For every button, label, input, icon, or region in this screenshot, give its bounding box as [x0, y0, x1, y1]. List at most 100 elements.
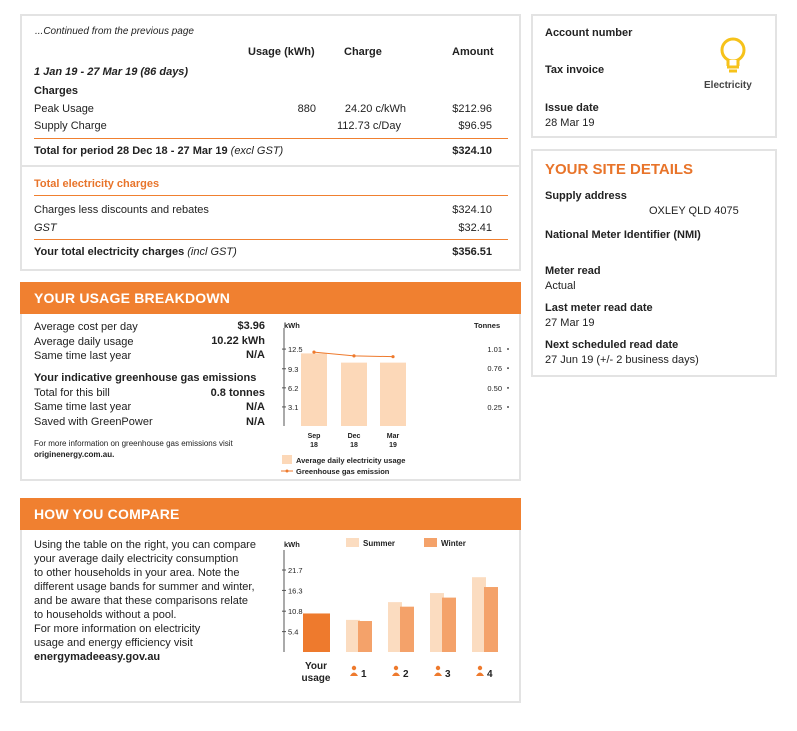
supply-address-label: Supply address	[545, 190, 627, 202]
y-tick-label: 10.8	[288, 607, 303, 616]
household-size-label: 1	[361, 669, 367, 680]
y-axis-label: kWh	[284, 540, 300, 549]
y2-tick	[507, 386, 509, 389]
compare-line: to households without a pool.	[34, 609, 177, 621]
avg-usage-label: Average daily usage	[34, 336, 134, 348]
y2-tick	[507, 367, 509, 370]
person-icon	[393, 665, 399, 671]
usage-bar	[380, 362, 406, 426]
person-icon	[392, 672, 400, 676]
ghg-same-label: Same time last year	[34, 401, 132, 413]
legend-swatch-winter	[424, 538, 437, 547]
column-charge-header: Charge	[344, 46, 382, 58]
y-tick-label: 3.1	[288, 403, 298, 412]
compare-line: For more information on electricity	[34, 623, 201, 635]
y2-axis-label: Tonnes	[474, 321, 500, 330]
compare-line: Using the table on the right, you can co…	[34, 539, 256, 551]
charge-row-rate: 112.73 c/Day	[336, 120, 401, 132]
winter-bar	[442, 597, 456, 652]
gst-label: GST	[34, 222, 57, 234]
compare-link[interactable]: energymadeeasy.gov.au	[34, 650, 256, 664]
compare-line: to other households in your area. Note t…	[34, 567, 240, 579]
compare-heading: HOW YOU COMPARE	[20, 498, 521, 530]
ghg-total-value: 0.8 tonnes	[210, 387, 265, 399]
person-icon	[477, 665, 483, 671]
y-tick-label: 5.4	[288, 628, 298, 637]
grand-total-note: (incl GST)	[187, 246, 237, 258]
ghg-point	[391, 355, 395, 359]
summer-bar	[472, 577, 486, 652]
ghg-heading: Your indicative greenhouse gas emissions	[34, 372, 257, 384]
y-tick-label: 12.5	[288, 345, 303, 354]
divider	[34, 239, 508, 240]
next-read-label: Next scheduled read date	[545, 339, 679, 351]
usage-chart: kWh Tonnes 3.1 6.2 9.3 12.5 0.25 0.50 0.76 1.01…	[281, 321, 509, 476]
person-icon	[435, 665, 441, 671]
compare-line: different usage bands for summer and win…	[34, 581, 255, 593]
household-size-label: 4	[487, 669, 493, 680]
summer-bar	[388, 602, 402, 652]
total-period-label: Total for period 28 Dec 18 - 27 Mar 19	[34, 145, 228, 157]
usage-breakdown-heading: YOUR USAGE BREAKDOWN	[20, 282, 521, 314]
lightbulb-icon	[716, 36, 750, 78]
total-electricity-heading: Total electricity charges	[34, 178, 160, 190]
household-size-label: 3	[445, 669, 451, 680]
gst-amount: $32.41	[458, 222, 492, 234]
winter-bar	[400, 606, 414, 652]
compare-line: your average daily electricity consumpti…	[34, 553, 239, 565]
legend-label-summer: Summer	[363, 539, 395, 548]
grand-total-row: Your total electricity charges (incl GST…	[34, 246, 237, 258]
compare-chart: kWh Summer Winter 5.4 10.8 16.3 21.7 Yourusa…	[282, 538, 498, 684]
less-discounts-label: Charges less discounts and rebates	[34, 204, 209, 216]
y2-tick-label: 1.01	[487, 345, 502, 354]
issue-date-value: 28 Mar 19	[545, 117, 595, 129]
y-tick-label: 16.3	[288, 586, 303, 595]
your-usage-label: usage	[302, 673, 331, 684]
usage-bar	[341, 362, 367, 426]
same-time-value: N/A	[246, 349, 265, 361]
continued-note: ...Continued from the previous page	[35, 26, 194, 37]
avg-usage-value: 10.22 kWh	[211, 335, 265, 347]
charges-heading: Charges	[34, 85, 79, 97]
person-icon	[350, 672, 358, 676]
nmi-label: National Meter Identifier (NMI)	[545, 229, 701, 241]
last-read-value: 27 Mar 19	[545, 317, 595, 329]
legend-label-ghg: Greenhouse gas emission	[296, 467, 390, 476]
less-discounts-amount: $324.10	[452, 204, 492, 216]
summer-bar	[346, 619, 360, 652]
x-tick-label: Mar	[387, 433, 400, 440]
compare-line: usage and energy efficiency visit	[34, 637, 193, 649]
avg-cost-label: Average cost per day	[34, 321, 138, 333]
supply-address-value: OXLEY QLD 4075	[649, 205, 739, 217]
charge-row-amount: $212.96	[452, 103, 492, 115]
total-period-amount: $324.10	[452, 145, 492, 157]
grand-total-amount: $356.51	[452, 246, 492, 258]
y2-tick	[507, 348, 509, 351]
issue-date-label: Issue date	[545, 102, 599, 114]
legend-label-usage: Average daily electricity usage	[296, 456, 405, 465]
winter-bar	[484, 587, 498, 652]
y2-tick	[507, 405, 509, 408]
summer-bar	[430, 593, 444, 652]
y2-tick-label: 0.76	[487, 364, 502, 373]
your-usage-bar	[303, 613, 330, 652]
x-tick-label: 18	[350, 442, 358, 449]
household-size-label: 2	[403, 669, 409, 680]
column-amount-header: Amount	[452, 46, 494, 58]
charge-row-rate: 24.20 c/kWh	[344, 103, 406, 115]
divider	[34, 138, 508, 139]
legend-swatch-summer	[346, 538, 359, 547]
meter-read-value: Actual	[545, 280, 576, 292]
your-usage-label: Your	[305, 661, 327, 672]
more-info-link[interactable]: originenergy.com.au.	[34, 450, 114, 459]
fuel-type-label: Electricity	[704, 80, 752, 91]
period-heading: 1 Jan 19 - 27 Mar 19 (86 days)	[34, 66, 189, 78]
ghg-same-value: N/A	[246, 401, 265, 413]
divider	[22, 165, 519, 167]
site-details-heading: YOUR SITE DETAILS	[545, 161, 694, 178]
charge-row-usage: 880	[297, 103, 316, 115]
y-tick-label: 6.2	[288, 384, 298, 393]
meter-read-label: Meter read	[545, 265, 601, 277]
x-tick-label: Dec	[348, 433, 361, 440]
charge-row-amount: $96.95	[458, 120, 492, 132]
